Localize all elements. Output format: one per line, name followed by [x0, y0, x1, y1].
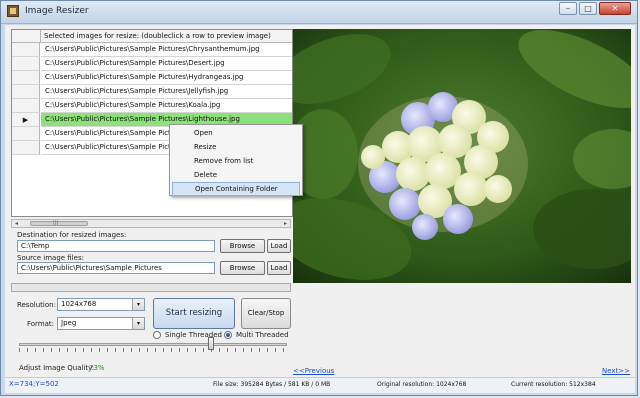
app-photo-icon — [7, 5, 19, 17]
context-menu-resize[interactable]: Resize — [172, 140, 300, 154]
context-menu-open[interactable]: Open — [172, 126, 300, 140]
destination-browse-button[interactable]: Browse — [220, 239, 265, 253]
context-menu-remove[interactable]: Remove from list — [172, 154, 300, 168]
file-size-status: File size: 395284 Bytes / 581 KB / 0 MB — [213, 381, 331, 388]
row-header[interactable] — [12, 85, 40, 99]
format-label: Format: — [27, 320, 55, 328]
window-title: Image Resizer — [25, 6, 89, 16]
resolution-label: Resolution: — [17, 301, 56, 309]
start-resizing-button[interactable]: Start resizing — [153, 298, 235, 329]
row-header[interactable] — [12, 141, 40, 155]
row-header[interactable] — [12, 57, 40, 71]
source-browse-button[interactable]: Browse — [220, 261, 265, 275]
destination-load-button[interactable]: Load — [267, 239, 291, 253]
original-resolution-status: Original resolution: 1024x768 — [377, 381, 467, 388]
cursor-coordinates: X=734;Y=502 — [9, 380, 59, 388]
grid-header: Selected images for resize: (doubleclick… — [12, 30, 292, 43]
multi-threaded-radio[interactable] — [224, 331, 232, 339]
quality-slider-thumb[interactable] — [208, 337, 214, 350]
client-area: Selected images for resize: (doubleclick… — [5, 25, 635, 393]
scroll-left-icon[interactable]: ◂ — [12, 220, 21, 227]
quality-slider-track[interactable] — [19, 343, 287, 346]
chevron-down-icon[interactable]: ▾ — [132, 318, 144, 329]
hydrangea-photo — [293, 29, 631, 283]
status-bar: X=734;Y=502 File size: 395284 Bytes / 58… — [5, 377, 635, 392]
resize-progress-bar — [11, 283, 291, 292]
quality-value: 73% — [89, 364, 105, 372]
file-path-cell[interactable]: C:\Users\Public\Pictures\Sample Pictures… — [41, 99, 292, 113]
next-link[interactable]: Next>> — [602, 367, 630, 375]
context-menu: Open Resize Remove from list Delete Open… — [169, 124, 303, 196]
window-controls: – □ ✕ — [559, 2, 631, 15]
source-load-button[interactable]: Load — [267, 261, 291, 275]
app-window: Image Resizer – □ ✕ Selected images for … — [0, 0, 638, 396]
context-menu-open-folder[interactable]: Open Containing Folder — [172, 182, 300, 196]
row-header[interactable] — [12, 43, 40, 57]
image-preview[interactable] — [293, 29, 631, 283]
file-path-cell[interactable]: C:\Users\Public\Pictures\Sample Pictures… — [41, 43, 292, 57]
scrollbar-thumb[interactable]: ||| — [30, 220, 88, 226]
table-row[interactable]: C:\Users\Public\Pictures\Sample Pictures… — [12, 43, 292, 57]
current-row-indicator-icon[interactable]: ▶ — [12, 113, 40, 127]
file-path-cell[interactable]: C:\Users\Public\Pictures\Sample Pictures… — [41, 57, 292, 71]
maximize-button[interactable]: □ — [579, 2, 597, 15]
source-field[interactable]: C:\Users\Public\Pictures\Sample Pictures — [17, 262, 215, 274]
resolution-select[interactable]: 1024x768 ▾ — [57, 298, 145, 311]
file-path-cell[interactable]: C:\Users\Public\Pictures\Sample Pictures… — [41, 85, 292, 99]
scroll-right-icon[interactable]: ▸ — [281, 220, 290, 227]
destination-field[interactable]: C:\Temp — [17, 240, 215, 252]
source-label: Source image files: — [17, 254, 84, 262]
table-row[interactable]: C:\Users\Public\Pictures\Sample Pictures… — [12, 99, 292, 113]
format-select[interactable]: Jpeg ▾ — [57, 317, 145, 330]
table-row[interactable]: C:\Users\Public\Pictures\Sample Pictures… — [12, 85, 292, 99]
file-path-cell[interactable]: C:\Users\Public\Pictures\Sample Pictures… — [41, 71, 292, 85]
scroll-grip-icon: ||| — [53, 220, 59, 226]
resolution-value: 1024x768 — [61, 300, 97, 308]
quality-label: Adjust Image Quality: — [19, 364, 95, 372]
current-resolution-status: Current resolution: 512x384 — [511, 381, 596, 388]
row-header[interactable] — [12, 99, 40, 113]
grid-column-header[interactable]: Selected images for resize: (doubleclick… — [44, 32, 271, 40]
quality-slider-ticks — [19, 348, 287, 352]
destination-label: Destination for resized images: — [17, 231, 127, 239]
table-row[interactable]: C:\Users\Public\Pictures\Sample Pictures… — [12, 57, 292, 71]
previous-link[interactable]: <<Previous — [293, 367, 334, 375]
context-menu-delete[interactable]: Delete — [172, 168, 300, 182]
title-bar[interactable]: Image Resizer – □ ✕ — [1, 1, 637, 24]
row-header[interactable] — [12, 127, 40, 141]
minimize-button[interactable]: – — [559, 2, 577, 15]
chevron-down-icon[interactable]: ▾ — [132, 299, 144, 310]
grid-corner-header[interactable] — [12, 30, 41, 42]
single-threaded-radio[interactable] — [153, 331, 161, 339]
table-row[interactable]: C:\Users\Public\Pictures\Sample Pictures… — [12, 71, 292, 85]
clear-stop-button[interactable]: Clear/Stop — [241, 298, 291, 329]
row-header[interactable] — [12, 71, 40, 85]
multi-threaded-label[interactable]: Multi Threaded — [236, 331, 289, 339]
format-value: Jpeg — [61, 319, 77, 327]
close-button[interactable]: ✕ — [599, 2, 631, 15]
grid-horizontal-scrollbar[interactable]: ◂ ||| ▸ — [11, 219, 291, 228]
